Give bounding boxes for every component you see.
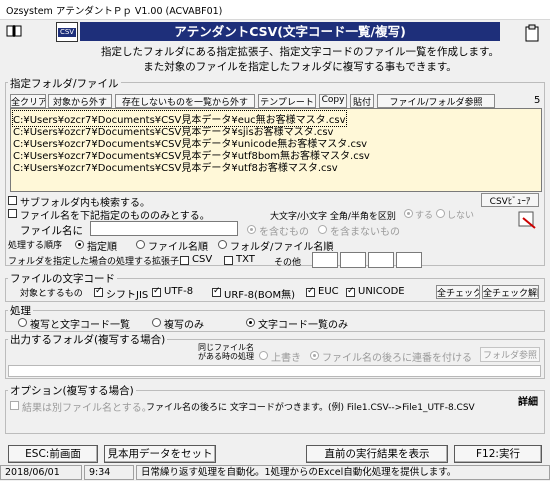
check-all-button[interactable]: 全チェック [436,285,480,299]
process-copy-only-radio[interactable] [152,318,161,327]
separate-file-checkbox[interactable] [10,401,19,410]
ext-other-input-2[interactable] [340,252,366,268]
folder-group-label: 指定フォルダ/ファイル [8,76,121,91]
status-date: 2018/06/01 [0,465,82,480]
encoding-unicode-checkbox[interactable] [346,286,355,297]
window-title: Ozsystem アテンダントＰｐ V1.00 (ACVABF01) [6,6,223,17]
csv-app-icon: CSV [56,22,78,42]
encoding-utf8-nobom-checkbox[interactable] [212,286,221,297]
not-contains-radio[interactable] [318,225,327,234]
clipboard-icon[interactable] [524,24,540,42]
overwrite-radio[interactable] [259,351,268,360]
status-bar: 2018/06/01 9:34 日常繰り返す処理を自動化。1処理からのExcel… [0,465,550,481]
output-folder-input[interactable] [8,365,541,377]
encoding-unicode-label: UNICODE [358,286,405,297]
status-message: 日常繰り返す処理を自動化。1処理からのExcel自動化処理を提供します。 [136,465,550,480]
order-label: 処理する順序 [8,241,63,251]
ext-other-input-3[interactable] [368,252,394,268]
template-button[interactable]: テンプレート [258,94,316,108]
file-folder-browse-button[interactable]: ファイル/フォルダ参照 [377,94,495,108]
app-window: Ozsystem アテンダントＰｐ V1.00 (ACVABF01) CSV ア… [0,0,550,481]
file-count: 5 [534,95,541,106]
book-icon[interactable] [6,24,22,38]
order-filename-label: ファイル名順 [148,242,208,253]
process-list-only-label: 文字コード一覧のみ [258,320,348,331]
encoding-group-label: ファイルの文字コード [8,271,117,286]
csv-icon-label: CSV [58,28,76,37]
encoding-utf8-checkbox[interactable] [152,286,161,297]
ext-other-input-1[interactable] [312,252,338,268]
case-sensitive-label: 大文字/小文字 全角/半角を区別 [270,212,396,222]
folder-browse-button[interactable]: フォルダ参照 [480,347,540,362]
append-seq-label: ファイル名の後ろに連番を付ける [322,353,472,364]
append-seq-radio[interactable] [310,351,319,360]
process-copy-only-label: 複写のみ [164,320,204,331]
description-line-2: また対象のファイルを指定したフォルダに複写する事もできます。 [143,61,457,73]
ext-txt-checkbox[interactable] [224,256,233,265]
copy-button[interactable]: Copy [319,94,347,108]
title-bar: Ozsystem アテンダントＰｐ V1.00 (ACVABF01) [0,0,550,20]
sample-data-button[interactable]: 見本用データをセット [104,445,216,463]
encoding-sjis-checkbox[interactable] [94,286,103,297]
name-filter-checkbox[interactable] [8,209,17,218]
option-group-label: オプション(複写する場合) [8,383,136,398]
page-title: アテンダントCSV(文字コード一覧/複写) [80,22,500,41]
remove-target-button[interactable]: 対象から外す [48,94,112,108]
uncheck-all-button[interactable]: 全チェック解除 [482,285,539,299]
ext-txt-label: TXT [236,254,255,265]
contains-radio[interactable] [247,225,256,234]
order-specified-label: 指定順 [87,242,117,253]
case-no-radio[interactable] [436,209,445,218]
edit-icon[interactable] [517,210,539,230]
encoding-euc-label: EUC [318,286,339,297]
status-time: 9:34 [84,465,134,480]
separate-file-label: 結果は別ファイル名とする。 [22,403,152,414]
ext-other-label: その他 [274,258,302,268]
order-filename-radio[interactable] [136,240,145,249]
encoding-euc-checkbox[interactable] [306,286,315,297]
process-copy-and-list-label: 複写と文字コード一覧 [30,320,130,331]
order-folder-filename-radio[interactable] [218,240,227,249]
process-list-only-radio[interactable] [246,318,255,327]
output-group-label: 出力するフォルダ(複写する場合) [8,332,168,347]
detail-link[interactable]: 詳細 [518,393,538,408]
name-filter-label: ファイル名を下記指定のもののみとする。 [20,211,210,222]
case-no-label: しない [447,211,475,221]
ext-other-input-4[interactable] [396,252,422,268]
remove-missing-button[interactable]: 存在しないものを一覧から外す [115,94,255,108]
same-name-label-2: がある時の処理 [198,352,254,361]
show-last-result-button[interactable]: 直前の実行結果を表示 [306,445,448,463]
process-copy-and-list-radio[interactable] [18,318,27,327]
not-contains-label: を含まないもの [330,227,400,238]
contains-label: を含むもの [259,227,309,238]
subfolder-checkbox[interactable] [8,196,17,205]
clear-all-button[interactable]: 全クリア [10,94,46,108]
case-yes-radio[interactable] [404,209,413,218]
ext-csv-label: CSV [192,254,213,265]
case-yes-label: する [415,211,434,221]
encoding-utf8-label: UTF-8 [164,286,194,297]
order-specified-radio[interactable] [75,240,84,249]
f12-execute-button[interactable]: F12:実行 [454,445,542,463]
file-list[interactable]: C:¥Users¥ozcr7¥Documents¥CSV見本データ¥euc無お客… [10,108,542,192]
order-folder-filename-label: フォルダ/ファイル名順 [230,242,334,253]
extension-label: フォルダを指定した場合の処理する拡張子 [8,257,180,267]
description-line-1: 指定したフォルダにある指定拡張子、指定文字コードのファイル一覧を作成します。 [101,46,499,58]
csv-viewer-button[interactable]: CSVﾋﾞｭｰｱ [481,193,539,207]
encoding-target-label: 対象とするもの [20,289,83,299]
filename-filter-input[interactable] [90,221,238,236]
filename-label: ファイル名に [20,225,83,237]
list-item[interactable]: C:¥Users¥ozcr7¥Documents¥CSV見本データ¥utf8お客… [13,159,338,174]
ext-csv-checkbox[interactable] [180,256,189,265]
overwrite-label: 上書き [271,353,301,364]
esc-back-button[interactable]: ESC:前画面 [8,445,98,463]
option-note: ファイル名の後ろに 文字コードがつきます。(例) File1.CSV-->Fil… [146,403,475,413]
encoding-utf8-nobom-label: URF-8(BOM無) [224,290,295,301]
encoding-sjis-label: シフトJIS [106,290,149,301]
paste-button[interactable]: 貼付 [350,94,374,108]
